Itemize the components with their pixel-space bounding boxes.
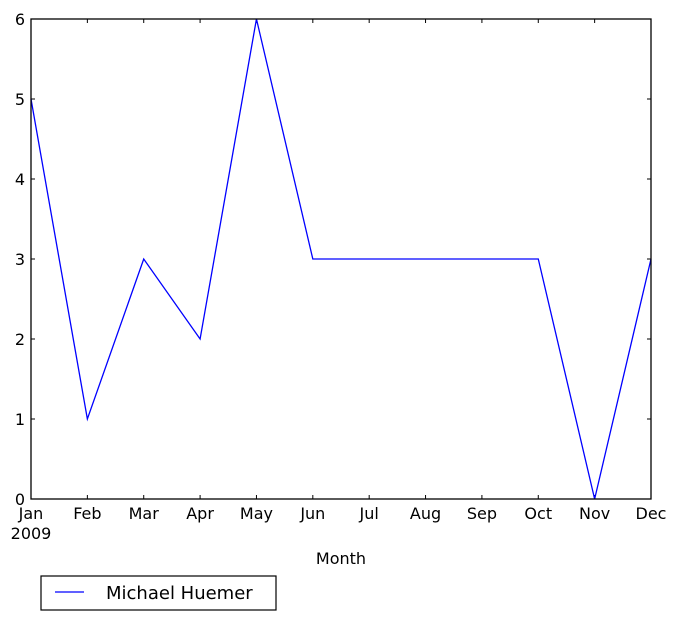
line-chart: Jan Feb Mar Apr May Jun Jul Aug Sep Oct Nov Dec0123… [11,10,667,611]
x-tick-label: Nov [579,504,610,523]
x-tick-label: Jul [359,504,379,523]
x-tick-label: Oct [524,504,552,523]
y-tick-label: 1 [15,410,25,429]
legend: Michael Huemer [40,575,277,611]
tick-labels: Jan Feb Mar Apr May Jun Jul Aug Sep Oct Nov Dec0123… [15,10,667,523]
y-tick-label: 4 [15,170,25,189]
x-tick-label: Jun [299,504,325,523]
x-tick-label: Sep [467,504,497,523]
x-tick-label: Apr [186,504,214,523]
y-tick-label: 3 [15,250,25,269]
y-tick-label: 6 [15,10,25,29]
x-tick-label: Aug [410,504,441,523]
y-tick-label: 0 [15,490,25,509]
x-tick-label: Feb [73,504,101,523]
y-tick-label: 2 [15,330,25,349]
x-axis-label: Month [316,549,366,568]
series-layer [30,18,652,500]
x-axis-year-label: 2009 [11,524,52,543]
series-line-michael-huemer [30,18,652,500]
x-tick-label: May [240,504,273,523]
x-tick-label: Dec [636,504,667,523]
x-tick-label: Mar [129,504,160,523]
legend-label-michael-huemer: Michael Huemer [106,583,253,604]
y-tick-label: 5 [15,90,25,109]
